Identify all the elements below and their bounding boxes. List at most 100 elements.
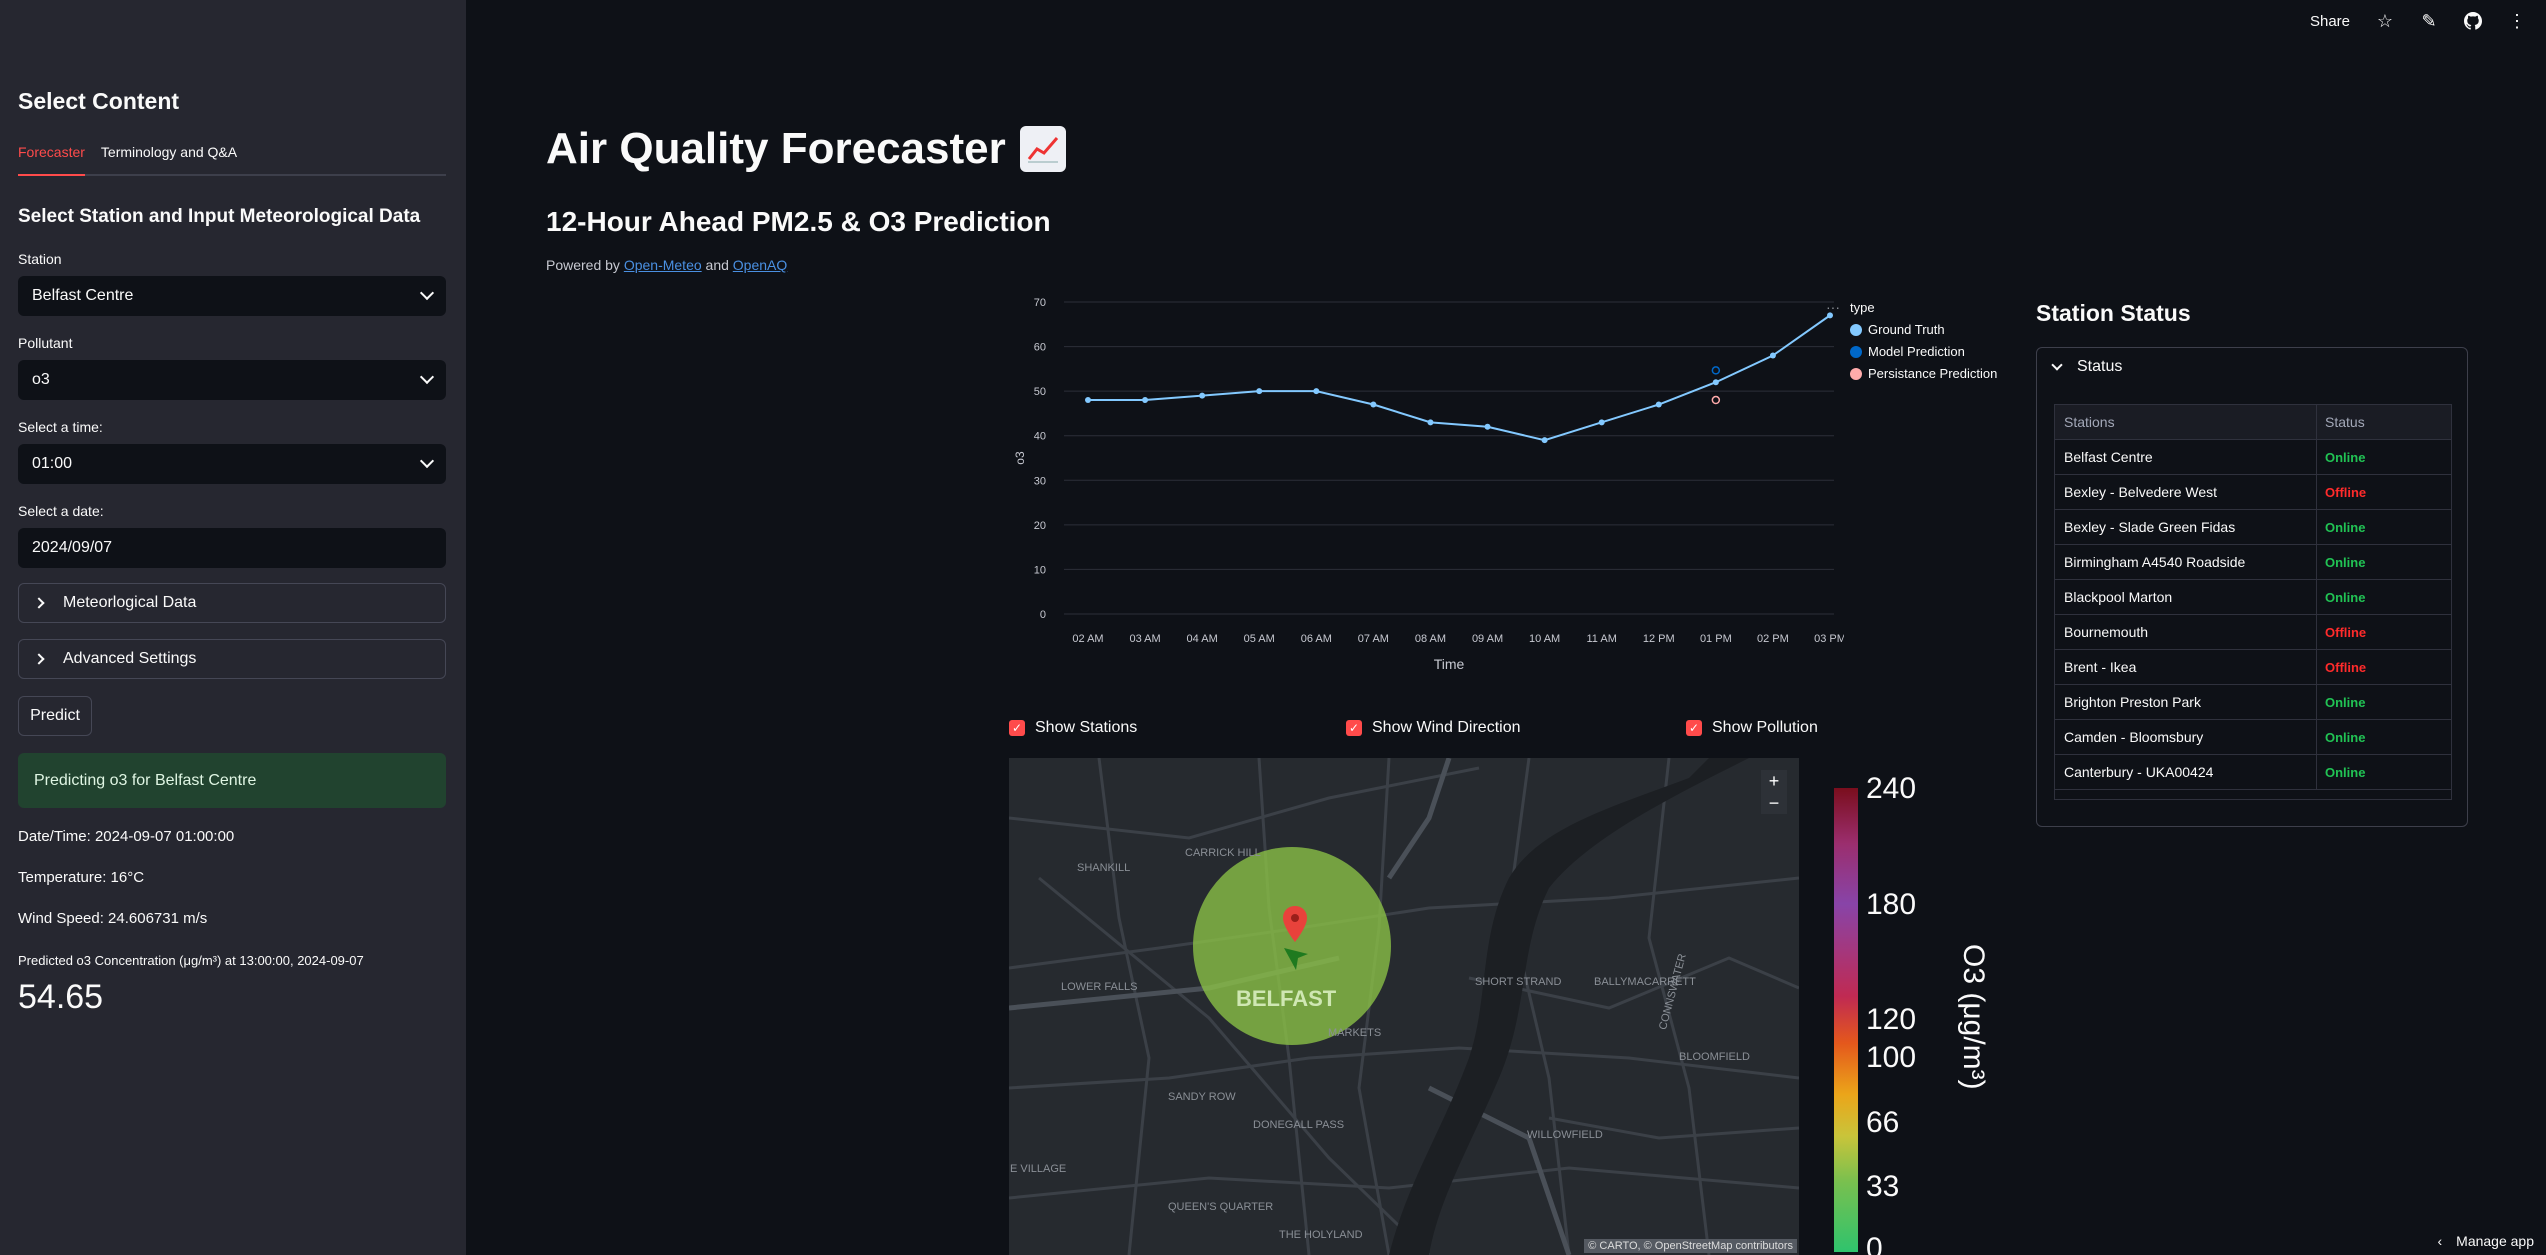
station-cell: Belfast Centre	[2055, 440, 2317, 474]
place-label: BLOOMFIELD	[1679, 1051, 1750, 1063]
table-row[interactable]: Bournemouth Offline	[2055, 615, 2451, 650]
station-cell: Camden - Bloomsbury	[2055, 720, 2317, 754]
x-tick-label: 03 PM	[1814, 633, 1844, 645]
ground-truth-point	[1370, 401, 1377, 408]
y-tick-label: 50	[1034, 386, 1046, 398]
status-cell: Online	[2325, 694, 2366, 710]
place-label: LOWER FALLS	[1061, 981, 1138, 993]
tab-terminology[interactable]: Terminology and Q&A	[101, 142, 237, 176]
github-icon[interactable]	[2464, 12, 2482, 30]
ground-truth-point	[1712, 379, 1719, 386]
show-wind-direction-checkbox[interactable]: ✓ Show Wind Direction	[1346, 719, 1521, 737]
predict-button[interactable]: Predict	[18, 696, 92, 736]
share-button[interactable]: Share	[2310, 13, 2350, 30]
x-tick-label: 09 AM	[1472, 633, 1503, 645]
ground-truth-point	[1085, 397, 1091, 404]
checkbox-checked-icon: ✓	[1009, 720, 1025, 736]
map-roads	[1009, 758, 1799, 1255]
place-label: SHORT STRAND	[1475, 976, 1562, 988]
station-select[interactable]: Belfast Centre	[18, 276, 446, 316]
top-toolbar: Share ☆ ✎ ⋮	[2310, 11, 2526, 31]
y-tick-label: 60	[1034, 342, 1046, 354]
zoom-in-button[interactable]: +	[1761, 770, 1787, 792]
y-axis-label: o3	[1013, 451, 1027, 465]
place-label: SANDY ROW	[1168, 1091, 1236, 1103]
column-header-status[interactable]: Status	[2317, 414, 2365, 430]
place-label: SHANKILL	[1077, 862, 1131, 874]
colorbar-tick: 180	[1866, 888, 1917, 921]
table-row[interactable]: Bexley - Belvedere West Offline	[2055, 475, 2451, 510]
table-row[interactable]: Brent - Ikea Offline	[2055, 650, 2451, 685]
status-cell: Online	[2325, 554, 2366, 570]
table-row[interactable]: Blackpool Marton Online	[2055, 580, 2451, 615]
predict-alert: Predicting o3 for Belfast Centre	[18, 753, 446, 808]
table-row[interactable]: Belfast Centre Online	[2055, 440, 2451, 475]
time-select[interactable]: 01:00	[18, 444, 446, 484]
meteorological-expander[interactable]: Meteorlogical Data	[18, 583, 446, 623]
edit-icon[interactable]: ✎	[2420, 11, 2438, 31]
legend-item-model-prediction[interactable]: Model Prediction	[1850, 344, 1997, 359]
chevron-down-icon	[2051, 359, 2063, 371]
table-row[interactable]: Camden - Bloomsbury Online	[2055, 720, 2451, 755]
checkbox-checked-icon: ✓	[1346, 720, 1362, 736]
page-title: Air Quality Forecaster	[546, 124, 1066, 174]
colorbar-tick: 100	[1866, 1041, 1917, 1074]
status-table[interactable]: Stations Status Belfast Centre Online Bexl…	[2054, 404, 2452, 800]
x-axis-label: Time	[1434, 656, 1465, 672]
date-input[interactable]: 2024/09/07	[18, 528, 446, 568]
ground-truth-point	[1142, 397, 1149, 404]
ground-truth-point	[1199, 392, 1206, 399]
table-row[interactable]: Bexley - Slade Green Fidas Online	[2055, 510, 2451, 545]
x-tick-label: 05 AM	[1244, 633, 1275, 645]
y-tick-label: 70	[1034, 297, 1046, 309]
ground-truth-point	[1769, 352, 1776, 359]
x-tick-label: 03 AM	[1129, 633, 1160, 645]
powered-and: and	[705, 257, 729, 273]
open-meteo-link[interactable]: Open-Meteo	[624, 257, 702, 273]
o3-line-chart: 0 10 20 30 40 50 60 70 02 AM 03 AM 04 AM 05 AM 06 AM…	[1013, 297, 1844, 672]
time-label: Select a time:	[18, 419, 103, 435]
pollutant-select[interactable]: o3	[18, 360, 446, 400]
manage-app-button[interactable]: ‹ Manage app	[2437, 1233, 2534, 1249]
status-expander-header[interactable]: Status	[2037, 348, 2467, 386]
expander-label: Advanced Settings	[63, 650, 197, 667]
section-title: Select Station and Input Meteorological …	[18, 206, 421, 227]
more-icon[interactable]: ⋮	[2508, 11, 2526, 31]
colorbar-tick: 33	[1866, 1170, 1900, 1203]
colorbar-tick: 120	[1866, 1003, 1917, 1036]
persistance-prediction-point	[1711, 395, 1721, 405]
legend-item-persistance-prediction[interactable]: Persistance Prediction	[1850, 366, 1997, 381]
station-marker-icon[interactable]	[1283, 906, 1307, 942]
date-value: 2024/09/07	[32, 539, 113, 556]
pollution-circle[interactable]	[1193, 847, 1391, 1045]
zoom-out-button[interactable]: −	[1761, 792, 1787, 814]
openaq-link[interactable]: OpenAQ	[733, 257, 787, 273]
ground-truth-point	[1655, 401, 1662, 408]
page-subtitle: 12-Hour Ahead PM2.5 & O3 Prediction	[546, 206, 1051, 237]
show-pollution-checkbox[interactable]: ✓ Show Pollution	[1686, 719, 1818, 737]
wind-direction-arrow-icon	[1284, 948, 1308, 970]
station-cell: Bexley - Belvedere West	[2055, 475, 2317, 509]
tab-forecaster[interactable]: Forecaster	[18, 142, 85, 176]
sidebar-tabs: Forecaster Terminology and Q&A	[18, 142, 446, 176]
map-attribution[interactable]: © CARTO, © OpenStreetMap contributors	[1584, 1239, 1797, 1253]
table-row[interactable]: Brighton Preston Park Online	[2055, 685, 2451, 720]
show-stations-checkbox[interactable]: ✓ Show Stations	[1009, 719, 1137, 737]
advanced-settings-expander[interactable]: Advanced Settings	[18, 639, 446, 679]
map-view[interactable]: BELFAST SHANKILL CARRICK HILL LOWER FALL…	[1009, 758, 1799, 1255]
ground-truth-point	[1541, 437, 1548, 444]
expander-label: Meteorlogical Data	[63, 594, 197, 611]
wind-speed-text: Wind Speed: 24.606731 m/s	[18, 910, 208, 927]
table-row[interactable]: Canterbury - UKA00424 Online	[2055, 755, 2451, 790]
column-header-stations[interactable]: Stations	[2055, 405, 2317, 439]
chevron-down-icon	[419, 369, 435, 385]
status-cell: Offline	[2325, 659, 2367, 675]
x-tick-label: 02 AM	[1072, 633, 1103, 645]
model-prediction-point	[1711, 366, 1721, 375]
station-cell: Blackpool Marton	[2055, 580, 2317, 614]
star-icon[interactable]: ☆	[2376, 11, 2394, 31]
table-row[interactable]: Birmingham A4540 Roadside Online	[2055, 545, 2451, 580]
colorbar-tick: 66	[1866, 1106, 1900, 1139]
ground-truth-point	[1484, 423, 1491, 430]
legend-item-ground-truth[interactable]: Ground Truth	[1850, 322, 1997, 337]
